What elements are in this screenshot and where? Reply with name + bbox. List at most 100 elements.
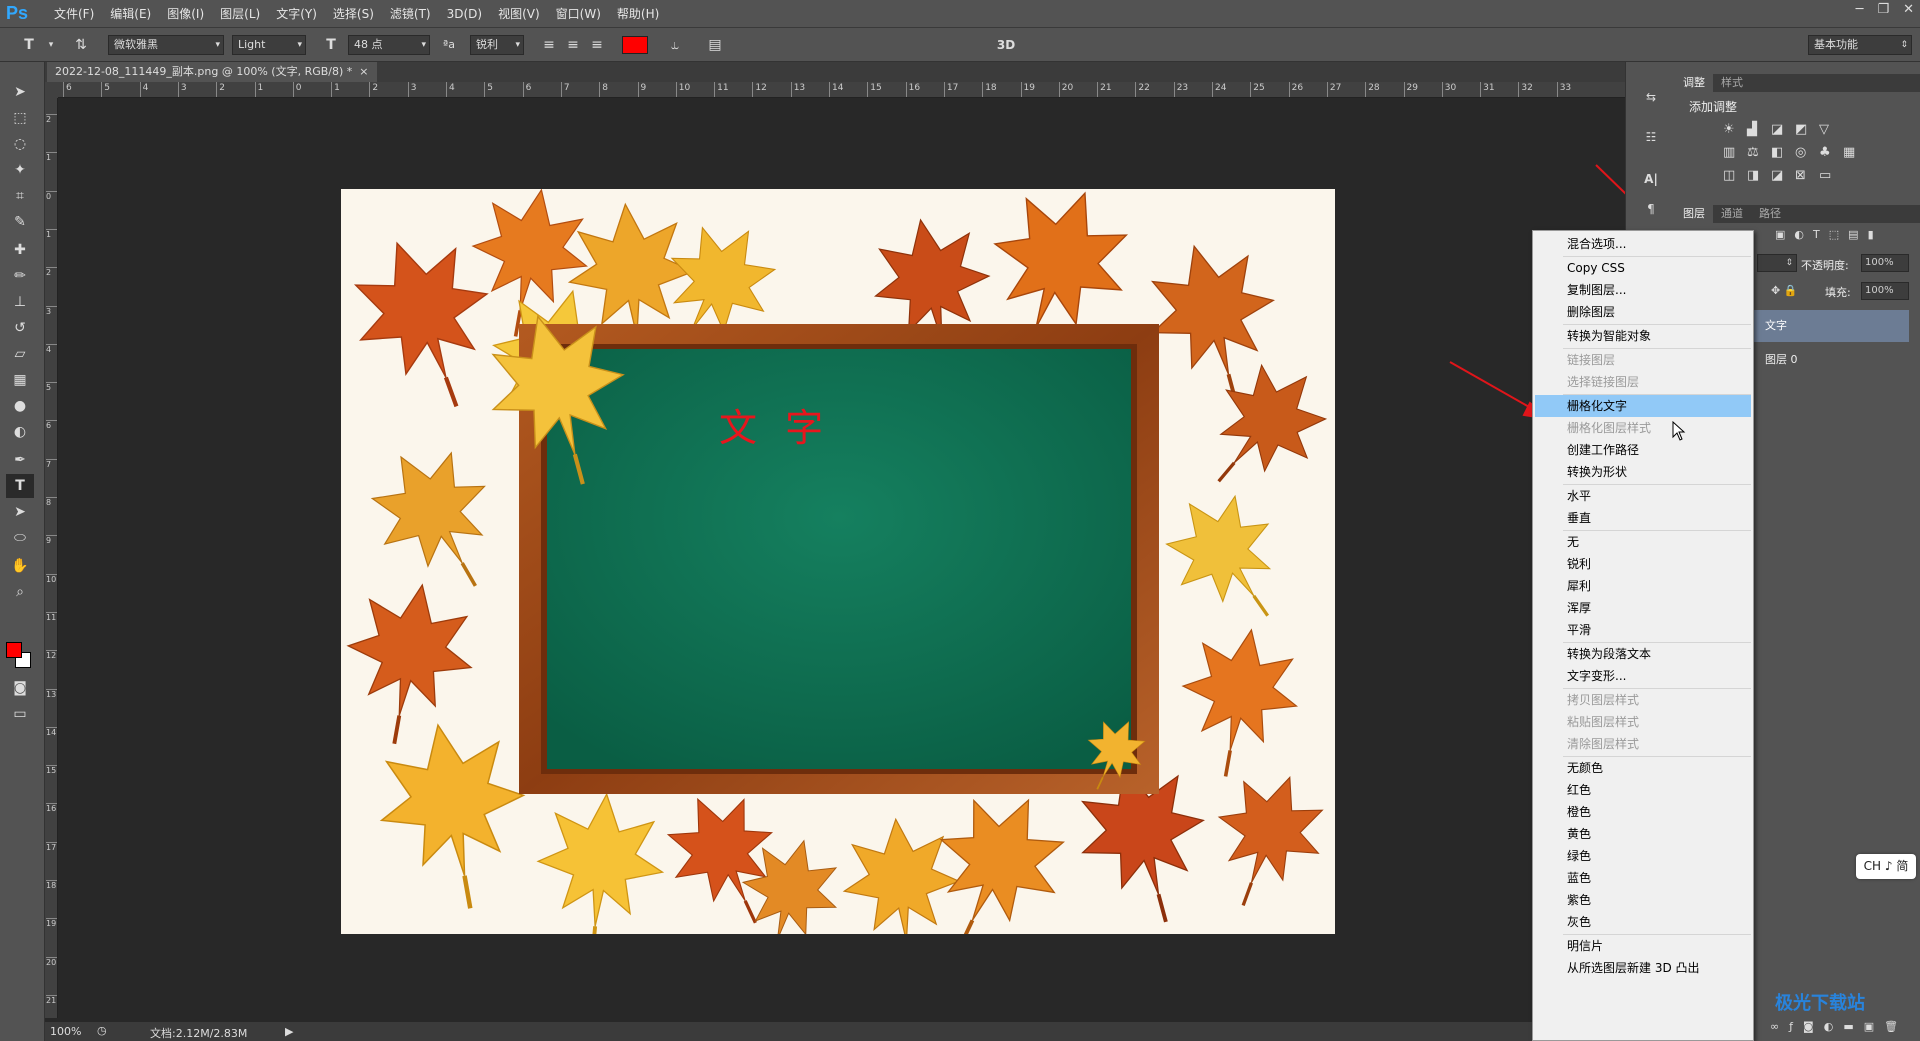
levels-icon[interactable]: ▟	[1747, 122, 1771, 137]
fx-icon[interactable]: ƒ	[1789, 1020, 1793, 1033]
panel-tab-layers_tabs-1[interactable]: 通道	[1713, 205, 1751, 223]
menu-6[interactable]: 滤镜(T)	[382, 0, 439, 28]
warp-text-icon[interactable]: ⥿	[664, 34, 686, 56]
eyedropper-icon[interactable]: ✎	[6, 210, 34, 234]
context-menu-item[interactable]: 文字变形...	[1535, 665, 1751, 687]
black-white-icon[interactable]: ◧	[1771, 145, 1795, 160]
menu-4[interactable]: 文字(Y)	[268, 0, 325, 28]
context-menu-item[interactable]: 明信片	[1535, 935, 1751, 957]
vibrance-icon[interactable]: ▽	[1819, 122, 1843, 137]
panel-tab-adjust_tabs-0[interactable]: 调整	[1675, 74, 1713, 92]
filter-adjust-icon[interactable]: ◐	[1794, 228, 1804, 241]
blend-mode-select[interactable]: ⇕	[1757, 254, 1797, 272]
crop-tool-icon[interactable]: ⌗	[6, 184, 34, 208]
filter-type-icon[interactable]: T	[1813, 228, 1820, 241]
panel-tab-layers_tabs-0[interactable]: 图层	[1675, 205, 1713, 223]
context-menu-item[interactable]: 红色	[1535, 779, 1751, 801]
move-tool-icon[interactable]: ➤	[6, 80, 34, 104]
context-menu-item[interactable]: 平滑	[1535, 619, 1751, 641]
lock-icons[interactable]: ✥ 🔒	[1771, 284, 1797, 297]
context-menu-item[interactable]: 创建工作路径	[1535, 439, 1751, 461]
context-menu-item[interactable]: 浑厚	[1535, 597, 1751, 619]
history-panel-icon[interactable]: ⇆	[1643, 90, 1659, 104]
close-icon[interactable]: ✕	[1903, 2, 1914, 17]
menu-3[interactable]: 图层(L)	[212, 0, 268, 28]
marquee-tool-icon[interactable]: ⬚	[6, 106, 34, 130]
context-menu-item[interactable]: 灰色	[1535, 911, 1751, 933]
paragraph-panel-icon[interactable]: ¶	[1643, 202, 1659, 216]
context-menu-item[interactable]: Copy CSS	[1535, 257, 1751, 279]
stamp-tool-icon[interactable]: ⊥	[6, 290, 34, 314]
exposure-icon[interactable]: ◩	[1795, 122, 1819, 137]
threshold-icon[interactable]: ◪	[1771, 168, 1795, 183]
group-icon[interactable]: ▬	[1843, 1020, 1853, 1033]
context-menu-item[interactable]: 紫色	[1535, 889, 1751, 911]
character-panel-icon[interactable]: A|	[1643, 172, 1659, 186]
gradient-map-icon[interactable]: ▭	[1819, 168, 1843, 183]
pen-tool-icon[interactable]: ✒	[6, 448, 34, 472]
context-menu-item[interactable]: 橙色	[1535, 801, 1751, 823]
ellipse-tool-icon[interactable]: ⬭	[6, 526, 34, 550]
dodge-tool-icon[interactable]: ◐	[6, 420, 34, 444]
quick-mask-icon[interactable]: ◙	[6, 676, 34, 700]
3d-button[interactable]: 3D	[992, 34, 1020, 56]
mask-icon[interactable]: ◙	[1803, 1020, 1814, 1033]
font-style-select[interactable]: Light ▾	[232, 35, 306, 55]
context-menu-item[interactable]: 删除图层	[1535, 301, 1751, 323]
context-menu-item[interactable]: 绿色	[1535, 845, 1751, 867]
menu-8[interactable]: 视图(V)	[490, 0, 548, 28]
context-menu-item[interactable]: 栅格化文字	[1535, 395, 1751, 417]
fill-input[interactable]: 100%	[1861, 282, 1909, 300]
filter-pixel-icon[interactable]: ▣	[1775, 228, 1785, 241]
restore-icon[interactable]: ❐	[1877, 2, 1889, 17]
healing-brush-icon[interactable]: ✚	[6, 238, 34, 262]
document-tab[interactable]: 2022-12-08_111449_副本.png @ 100% (文字, RGB…	[47, 62, 377, 82]
menu-10[interactable]: 帮助(H)	[609, 0, 667, 28]
status-info-icon[interactable]: ◷	[97, 1024, 107, 1037]
status-menu-arrow-icon[interactable]: ▶	[285, 1025, 293, 1038]
context-menu-item[interactable]: 无	[1535, 531, 1751, 553]
context-menu-item[interactable]: 犀利	[1535, 575, 1751, 597]
text-orientation-icon[interactable]: ⇅	[70, 34, 92, 56]
zoom-level[interactable]: 100%	[50, 1025, 81, 1038]
path-selection-icon[interactable]: ➤	[6, 500, 34, 524]
brightness-icon[interactable]: ☀	[1723, 122, 1747, 137]
filter-smart-icon[interactable]: ▤	[1848, 228, 1858, 241]
panel-tab-layers_tabs-2[interactable]: 路径	[1751, 205, 1789, 223]
context-menu-item[interactable]: 转换为智能对象	[1535, 325, 1751, 347]
context-menu-item[interactable]: 水平	[1535, 485, 1751, 507]
invert-icon[interactable]: ◫	[1723, 168, 1747, 183]
brush-tool-icon[interactable]: ✏	[6, 264, 34, 288]
adjust-layer-icon[interactable]: ◐	[1824, 1020, 1834, 1033]
blur-tool-icon[interactable]: ●	[6, 394, 34, 418]
magic-wand-icon[interactable]: ✦	[6, 158, 34, 182]
new-layer-icon[interactable]: ▣	[1864, 1020, 1874, 1033]
curves-icon[interactable]: ◪	[1771, 122, 1795, 137]
trash-icon[interactable]: 🗑	[1884, 1020, 1898, 1033]
context-menu-item[interactable]: 转换为段落文本	[1535, 643, 1751, 665]
menu-2[interactable]: 图像(I)	[159, 0, 212, 28]
screen-mode-icon[interactable]: ▭	[6, 702, 34, 726]
color-lookup-icon[interactable]: ▦	[1843, 145, 1867, 160]
hue-saturation-icon[interactable]: ▥	[1723, 145, 1747, 160]
link-layers-icon[interactable]: ∞	[1770, 1020, 1779, 1033]
font-family-select[interactable]: 微软雅黑 ▾	[108, 35, 224, 55]
panel-tab-adjust_tabs-1[interactable]: 样式	[1713, 74, 1751, 92]
align-left-icon[interactable]: ≡	[538, 34, 560, 56]
filter-toggle-icon[interactable]: ▮	[1868, 228, 1874, 241]
text-layer-content[interactable]: 文 字	[719, 397, 831, 452]
document-canvas[interactable]: 文 字	[341, 189, 1335, 934]
font-size-select[interactable]: 48 点 ▾	[348, 35, 430, 55]
type-tool-icon[interactable]: T	[18, 34, 40, 56]
align-right-icon[interactable]: ≡	[586, 34, 608, 56]
color-balance-icon[interactable]: ⚖	[1747, 145, 1771, 160]
menu-9[interactable]: 窗口(W)	[548, 0, 609, 28]
posterize-icon[interactable]: ◨	[1747, 168, 1771, 183]
menu-0[interactable]: 文件(F)	[46, 0, 102, 28]
context-menu-item[interactable]: 蓝色	[1535, 867, 1751, 889]
selective-color-icon[interactable]: ⊠	[1795, 168, 1819, 183]
layer-row-image[interactable]: 图层 0	[1753, 344, 1909, 376]
hand-tool-icon[interactable]: ✋	[6, 554, 34, 578]
close-tab-icon[interactable]: ×	[359, 65, 368, 78]
eraser-tool-icon[interactable]: ▱	[6, 342, 34, 366]
